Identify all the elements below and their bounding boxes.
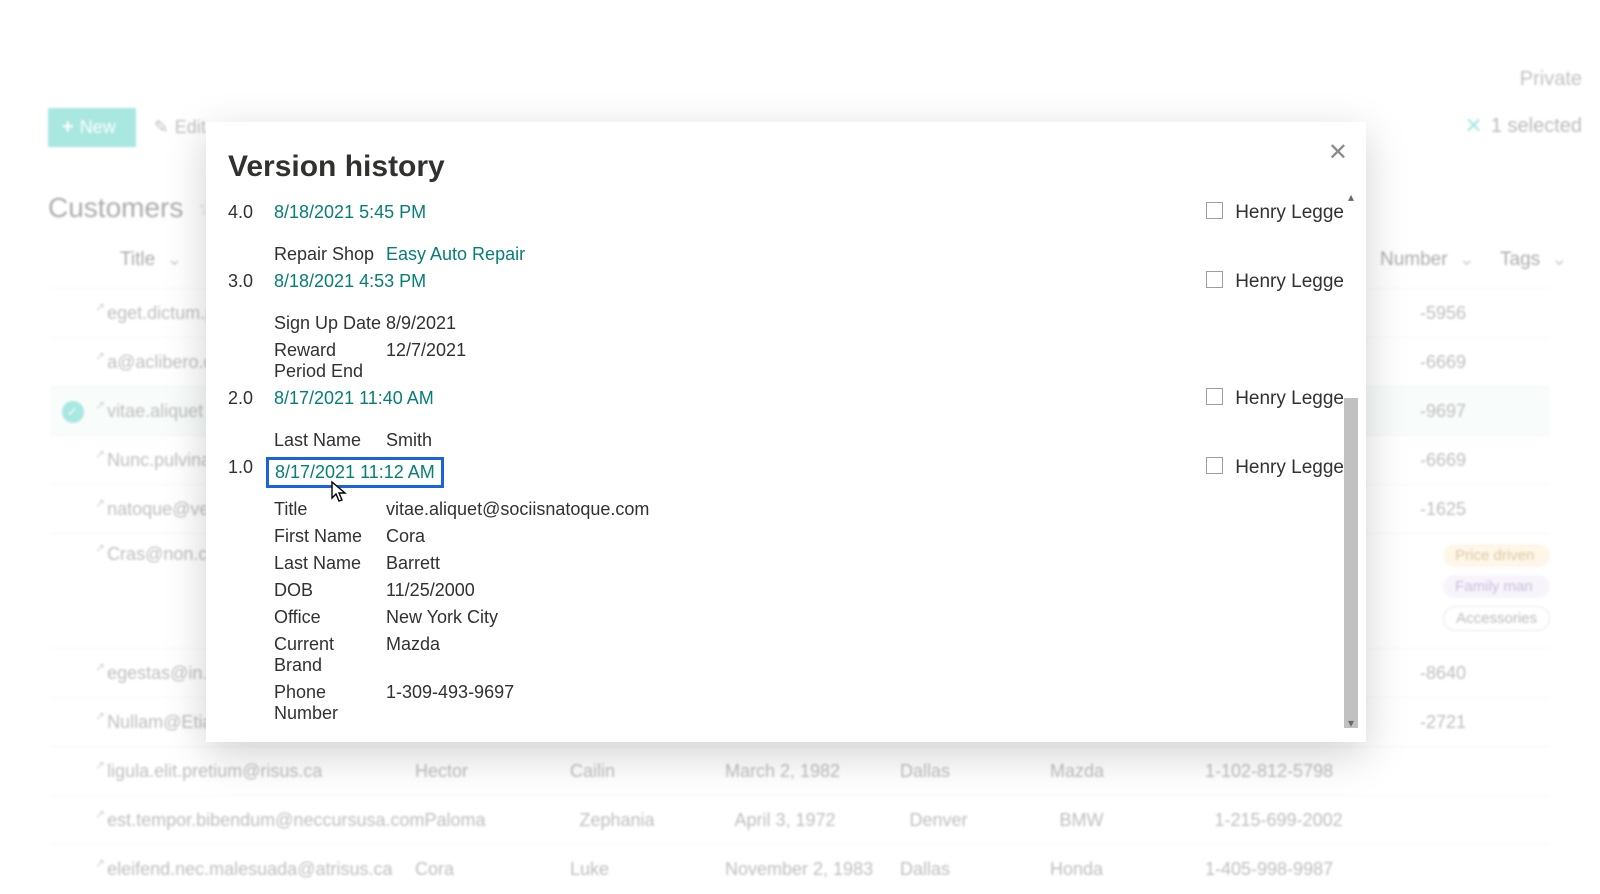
version-detail: Repair ShopEasy Auto Repair xyxy=(274,244,1344,265)
detail-label: Repair Shop xyxy=(274,244,386,265)
detail-value: New York City xyxy=(386,607,498,628)
detail-value: Smith xyxy=(386,430,432,451)
detail-value: vitae.aliquet@sociisnatoque.com xyxy=(386,499,649,520)
version-detail: Sign Up Date8/9/2021 xyxy=(274,313,1344,334)
version-date-link[interactable]: 8/18/2021 4:53 PM xyxy=(274,271,426,292)
detail-value: Barrett xyxy=(386,553,440,574)
modal-close-button[interactable]: ✕ xyxy=(1328,138,1348,167)
version-number: 3.0 xyxy=(228,271,274,292)
version-detail: DOB11/25/2000 xyxy=(274,580,1344,601)
detail-label: Phone Number xyxy=(274,682,386,722)
version-row: 1.08/17/2021 11:12 AMHenry Legge xyxy=(228,457,1344,493)
version-detail: Last NameBarrett xyxy=(274,553,1344,574)
detail-value: 8/9/2021 xyxy=(386,313,456,334)
modal-scrollbar[interactable]: ▴ ▾ xyxy=(1342,190,1360,730)
version-checkbox[interactable] xyxy=(1206,271,1223,288)
detail-label: First Name xyxy=(274,526,386,547)
version-row: 3.08/18/2021 4:53 PM Henry Legge xyxy=(228,271,1344,307)
version-detail: Phone Number1-309-493-9697 xyxy=(274,682,1344,722)
detail-label: Last Name xyxy=(274,430,386,451)
version-checkbox[interactable] xyxy=(1206,388,1223,405)
version-detail: OfficeNew York City xyxy=(274,607,1344,628)
detail-value[interactable]: Easy Auto Repair xyxy=(386,244,525,265)
detail-label: DOB xyxy=(274,580,386,601)
version-detail: Current BrandMazda xyxy=(274,634,1344,676)
detail-value: Mazda xyxy=(386,634,440,676)
version-detail: Last NameSmith xyxy=(274,430,1344,451)
version-checkbox[interactable] xyxy=(1206,457,1223,474)
scroll-down-arrow[interactable]: ▾ xyxy=(1342,716,1360,730)
version-date-link[interactable]: 8/18/2021 5:45 PM xyxy=(274,202,426,223)
detail-value: 11/25/2000 xyxy=(386,580,475,601)
modal-title: Version history xyxy=(228,150,1344,184)
version-detail: First NameCora xyxy=(274,526,1344,547)
version-checkbox[interactable] xyxy=(1206,202,1223,219)
detail-label: Sign Up Date xyxy=(274,313,386,334)
detail-value: 12/7/2021 xyxy=(386,340,466,382)
mouse-cursor xyxy=(330,480,350,504)
version-user: Henry Legge xyxy=(1235,457,1344,479)
scroll-thumb[interactable] xyxy=(1344,398,1358,728)
scroll-track[interactable] xyxy=(1344,208,1358,712)
version-number: 4.0 xyxy=(228,202,274,223)
version-date-link[interactable]: 8/17/2021 11:40 AM xyxy=(274,388,434,409)
version-row: 2.08/17/2021 11:40 AM Henry Legge xyxy=(228,388,1344,424)
detail-label: Current Brand xyxy=(274,634,386,676)
version-detail: Reward Period End12/7/2021 xyxy=(274,340,1344,382)
version-row: 4.08/18/2021 5:45 PM Henry Legge xyxy=(228,202,1344,238)
detail-label: Office xyxy=(274,607,386,628)
version-user: Henry Legge xyxy=(1235,202,1344,224)
version-user: Henry Legge xyxy=(1235,271,1344,293)
version-detail: Titlevitae.aliquet@sociisnatoque.com xyxy=(274,499,1344,520)
detail-value: 1-309-493-9697 xyxy=(386,682,514,722)
version-history-modal: Version history ✕ 4.08/18/2021 5:45 PM He… xyxy=(206,122,1366,742)
version-date-link[interactable]: 8/17/2021 11:12 AM xyxy=(266,457,444,488)
version-number: 2.0 xyxy=(228,388,274,409)
version-user: Henry Legge xyxy=(1235,388,1344,410)
detail-value: Cora xyxy=(386,526,425,547)
modal-body: 4.08/18/2021 5:45 PM Henry Legge Repair Sh… xyxy=(228,202,1344,722)
scroll-up-arrow[interactable]: ▴ xyxy=(1342,190,1360,204)
detail-label: Last Name xyxy=(274,553,386,574)
detail-label: Reward Period End xyxy=(274,340,386,382)
